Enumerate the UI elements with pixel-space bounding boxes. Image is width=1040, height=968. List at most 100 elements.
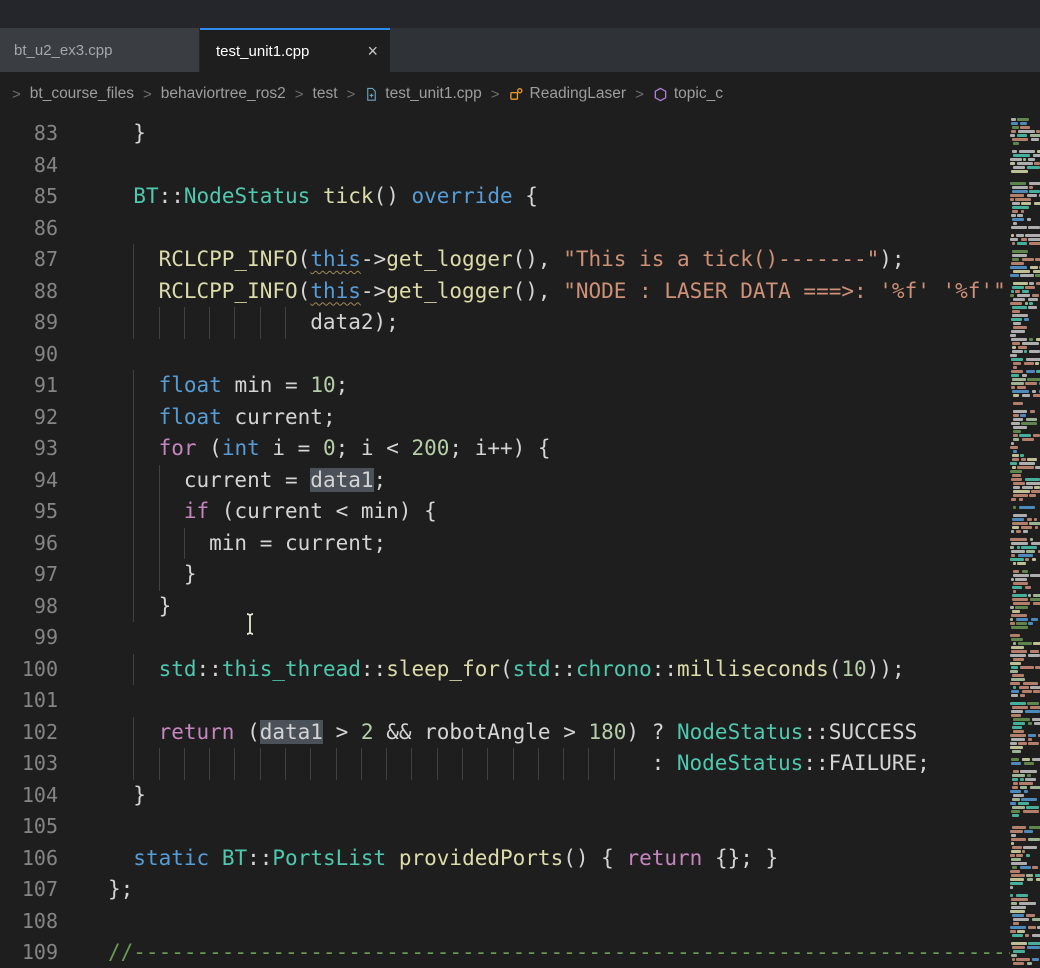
line-number[interactable]: 106	[0, 843, 58, 875]
minimap-code-blip	[1011, 858, 1021, 861]
code-token: >	[323, 720, 361, 744]
code-line[interactable]: 105	[0, 811, 1040, 843]
code-line[interactable]: 104 }	[0, 780, 1040, 812]
minimap-code-blip	[1013, 782, 1018, 785]
minimap-row	[1010, 950, 1040, 953]
line-number[interactable]: 104	[0, 780, 58, 812]
code-line[interactable]: 93 for (int i = 0; i < 200; i++) {	[0, 433, 1040, 465]
code-token: override	[412, 184, 513, 208]
close-icon[interactable]: ×	[367, 42, 378, 60]
code-line[interactable]: 97 }	[0, 559, 1040, 591]
breadcrumb-item-bt-course-files[interactable]: bt_course_files	[30, 85, 134, 103]
line-number[interactable]: 109	[0, 937, 58, 968]
line-number[interactable]: 101	[0, 685, 58, 717]
tab-test-unit1-cpp[interactable]: test_unit1.cpp ×	[200, 28, 390, 72]
code-line[interactable]: 94 current = data1;	[0, 465, 1040, 497]
minimap-row	[1010, 902, 1040, 905]
breadcrumb-item-behaviortree-ros2[interactable]: behaviortree_ros2	[161, 85, 286, 103]
line-number[interactable]: 97	[0, 559, 58, 591]
minimap-code-blip	[1013, 482, 1025, 485]
line-number[interactable]: 91	[0, 370, 58, 402]
line-number[interactable]: 93	[0, 433, 58, 465]
minimap-code-blip	[1012, 814, 1019, 817]
code-line[interactable]: 100 std::this_thread::sleep_for(std::chr…	[0, 654, 1040, 686]
code-line[interactable]: 92 float current;	[0, 402, 1040, 434]
code-line[interactable]: 109 //-----------------------------------…	[0, 937, 1040, 968]
minimap-code-blip	[1011, 710, 1023, 713]
minimap-row	[1010, 794, 1040, 797]
code-token: //--------------------------------------…	[108, 940, 1040, 964]
code-line[interactable]: 88 RCLCPP_INFO(this->get_logger(), "NODE…	[0, 276, 1040, 308]
tab-bt-u2-ex3-cpp[interactable]: bt_u2_ex3.cpp	[0, 28, 200, 72]
code-token	[386, 846, 399, 870]
code-line[interactable]: 86	[0, 213, 1040, 245]
line-number[interactable]: 92	[0, 402, 58, 434]
code-line[interactable]: 89 data2);	[0, 307, 1040, 339]
minimap-row	[1010, 742, 1040, 745]
minimap-code-blip	[1020, 126, 1030, 129]
line-number[interactable]: 100	[0, 654, 58, 686]
line-number[interactable]: 90	[0, 339, 58, 371]
line-number[interactable]: 108	[0, 906, 58, 938]
line-number[interactable]: 88	[0, 276, 58, 308]
minimap-row	[1010, 878, 1040, 881]
code-line[interactable]: 87 RCLCPP_INFO(this->get_logger(), "This…	[0, 244, 1040, 276]
minimap-row	[1010, 274, 1040, 277]
line-number[interactable]: 85	[0, 181, 58, 213]
code-line[interactable]: 85 BT::NodeStatus tick() override {	[0, 181, 1040, 213]
line-number[interactable]: 103	[0, 748, 58, 780]
code-line[interactable]: 106 static BT::PortsList providedPorts()…	[0, 843, 1040, 875]
minimap-code-blip	[1028, 942, 1040, 945]
code-line[interactable]: 99	[0, 622, 1040, 654]
indent-guide	[285, 748, 310, 780]
line-number[interactable]: 98	[0, 591, 58, 623]
code-line[interactable]: 98 }	[0, 591, 1040, 623]
minimap-code-blip	[1016, 958, 1030, 961]
line-number[interactable]: 94	[0, 465, 58, 497]
line-number[interactable]: 95	[0, 496, 58, 528]
minimap-row	[1010, 578, 1040, 581]
minimap-code-blip	[1010, 634, 1020, 637]
line-content: //--------------------------------------…	[58, 937, 1040, 968]
minimap-code-blip	[1011, 874, 1025, 877]
line-number[interactable]: 96	[0, 528, 58, 560]
line-number[interactable]: 84	[0, 150, 58, 182]
minimap-code-blip	[1013, 962, 1024, 965]
code-line[interactable]: 90	[0, 339, 1040, 371]
editor[interactable]: 83 }8485 BT::NodeStatus tick() override …	[0, 116, 1040, 968]
code-line[interactable]: 102 return (data1 > 2 && robotAngle > 18…	[0, 717, 1040, 749]
code-line[interactable]: 96 min = current;	[0, 528, 1040, 560]
line-number[interactable]: 87	[0, 244, 58, 276]
minimap-code-blip	[1010, 930, 1016, 933]
code-line[interactable]: 95 if (current < min) {	[0, 496, 1040, 528]
minimap-code-blip	[1013, 426, 1027, 429]
minimap[interactable]	[1010, 116, 1040, 968]
line-number[interactable]: 89	[0, 307, 58, 339]
minimap-code-blip	[1011, 678, 1025, 681]
breadcrumb-item-test-unit1-cpp[interactable]: test_unit1.cpp	[364, 85, 482, 103]
minimap-row	[1010, 326, 1040, 329]
line-number[interactable]: 105	[0, 811, 58, 843]
code-line[interactable]: 107};	[0, 874, 1040, 906]
line-number[interactable]: 102	[0, 717, 58, 749]
code-line[interactable]: 83 }	[0, 118, 1040, 150]
line-number[interactable]: 83	[0, 118, 58, 150]
breadcrumb-item-topic[interactable]: topic_c	[653, 85, 723, 103]
code-line[interactable]: 103 : NodeStatus::FAILURE;	[0, 748, 1040, 780]
breadcrumb-item-readinglaser[interactable]: ReadingLaser	[509, 85, 627, 103]
code-line[interactable]: 91 float min = 10;	[0, 370, 1040, 402]
minimap-row	[1010, 486, 1040, 489]
code-line[interactable]: 101	[0, 685, 1040, 717]
code-token: ::SUCCESS	[803, 720, 917, 744]
line-number[interactable]: 99	[0, 622, 58, 654]
minimap-code-blip	[1012, 126, 1019, 129]
minimap-row	[1010, 310, 1040, 313]
minimap-row	[1010, 442, 1040, 445]
code-line[interactable]: 108	[0, 906, 1040, 938]
minimap-code-blip	[1012, 826, 1026, 829]
code-line[interactable]: 84	[0, 150, 1040, 182]
minimap-row	[1010, 222, 1040, 225]
line-number[interactable]: 107	[0, 874, 58, 906]
breadcrumb-item-test[interactable]: test	[313, 85, 338, 103]
line-number[interactable]: 86	[0, 213, 58, 245]
